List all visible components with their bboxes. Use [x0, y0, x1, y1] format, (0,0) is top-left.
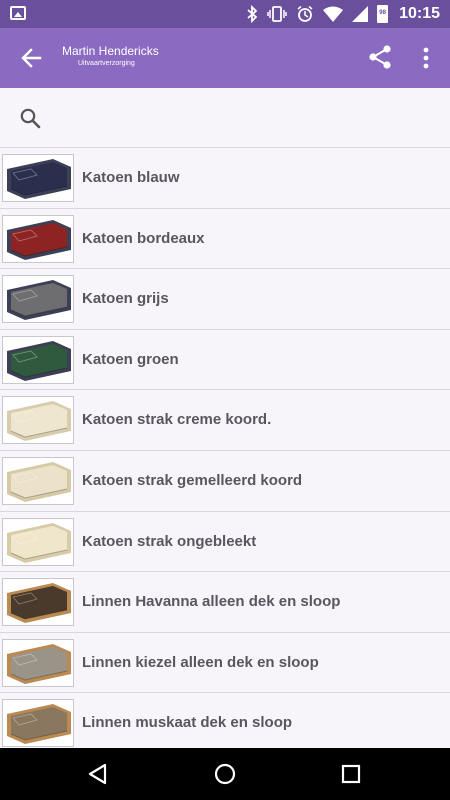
- home-circle-icon[interactable]: [210, 759, 240, 789]
- coffin-lining-image: [3, 336, 73, 383]
- share-icon[interactable]: [366, 43, 394, 71]
- item-thumbnail: [2, 699, 74, 748]
- item-label: Katoen groen: [82, 350, 179, 368]
- battery-icon: 98: [377, 5, 389, 23]
- list-item[interactable]: Katoen groen: [0, 329, 450, 391]
- system-nav-bar: [0, 748, 450, 800]
- item-thumbnail: [2, 214, 74, 263]
- status-icons: 98 10:15: [246, 4, 440, 24]
- more-vert-icon[interactable]: [418, 44, 434, 72]
- item-label: Katoen strak creme koord.: [82, 411, 272, 429]
- vibrate-icon: [267, 6, 287, 22]
- signal-icon: [352, 6, 369, 22]
- coffin-lining-image: [3, 700, 73, 747]
- item-label: Linnen kiezel alleen dek en sloop: [82, 653, 319, 671]
- status-time: 10:15: [399, 5, 440, 22]
- toolbar-subtitle: Uitvaartverzorging: [78, 60, 135, 67]
- coffin-lining-image: [3, 276, 73, 323]
- toolbar-title: Martin Hendericks: [62, 44, 159, 58]
- toolbar-title-block: Martin Hendericks Uitvaartverzorging: [62, 44, 159, 68]
- search-bar: [0, 88, 450, 148]
- item-thumbnail: [2, 578, 74, 627]
- app-toolbar: Martin Hendericks Uitvaartverzorging: [0, 28, 450, 88]
- item-label: Linnen muskaat dek en sloop: [82, 714, 293, 732]
- coffin-lining-image: [3, 639, 73, 686]
- item-thumbnail: [2, 154, 74, 202]
- item-label: Katoen strak ongebleekt: [82, 532, 257, 550]
- gallery-icon: [10, 6, 26, 20]
- list-item[interactable]: Linnen Havanna alleen dek en sloop: [0, 572, 450, 633]
- item-thumbnail: [2, 335, 74, 384]
- status-bar: 98 10:15: [0, 0, 450, 28]
- recents-square-icon[interactable]: [336, 759, 366, 789]
- item-label: Katoen bordeaux: [82, 229, 205, 247]
- item-thumbnail: [2, 517, 74, 566]
- coffin-lining-image: [3, 579, 73, 626]
- list-item[interactable]: Katoen blauw: [0, 148, 450, 209]
- back-triangle-icon[interactable]: [83, 759, 113, 789]
- coffin-lining-image: [3, 457, 73, 504]
- coffin-lining-image: [3, 155, 73, 201]
- item-thumbnail: [2, 275, 74, 324]
- list-item[interactable]: Katoen strak gemelleerd koord: [0, 450, 450, 512]
- coffin-lining-image: [3, 397, 73, 444]
- search-icon[interactable]: [18, 106, 42, 130]
- wifi-icon: [323, 6, 344, 22]
- battery-level-label: 98: [379, 10, 386, 16]
- item-thumbnail: [2, 456, 74, 505]
- coffin-lining-image: [3, 518, 73, 565]
- list-item[interactable]: Linnen kiezel alleen dek en sloop: [0, 632, 450, 694]
- bluetooth-icon: [247, 5, 258, 23]
- list-item[interactable]: Linnen muskaat dek en sloop: [0, 693, 450, 748]
- item-label: Linnen Havanna alleen dek en sloop: [82, 593, 341, 611]
- item-label: Katoen grijs: [82, 290, 169, 308]
- product-list: Katoen blauw Katoen bordeaux Katoen grijs K…: [0, 148, 450, 748]
- item-thumbnail: [2, 396, 74, 445]
- search-input[interactable]: [54, 102, 434, 134]
- coffin-lining-image: [3, 215, 73, 262]
- list-item[interactable]: Katoen bordeaux: [0, 208, 450, 270]
- alarm-icon: [297, 5, 313, 22]
- item-label: Katoen blauw: [82, 169, 180, 186]
- arrow-back-icon[interactable]: [18, 44, 46, 72]
- list-item[interactable]: Katoen strak creme koord.: [0, 390, 450, 451]
- item-thumbnail: [2, 638, 74, 687]
- item-label: Katoen strak gemelleerd koord: [82, 471, 303, 489]
- list-item[interactable]: Katoen grijs: [0, 269, 450, 330]
- list-item[interactable]: Katoen strak ongebleekt: [0, 511, 450, 573]
